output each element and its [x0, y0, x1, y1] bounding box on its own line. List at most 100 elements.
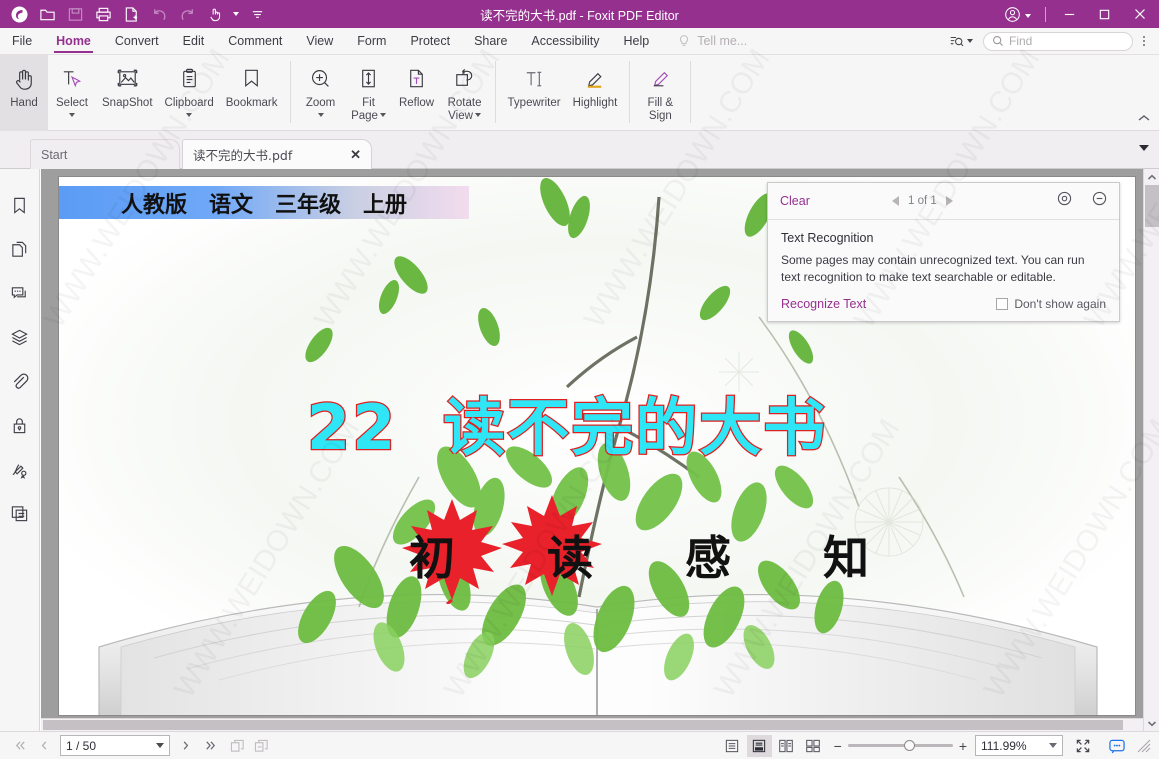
tool-fit-page[interactable]: Fit Page: [345, 55, 393, 131]
settings-icon[interactable]: [1057, 191, 1072, 211]
menu-edit[interactable]: Edit: [171, 28, 217, 55]
tool-hand[interactable]: Hand: [0, 55, 48, 131]
sidebar-item-security[interactable]: [6, 411, 34, 439]
create-pdf-icon[interactable]: [118, 2, 144, 26]
scroll-up-button[interactable]: [1144, 169, 1159, 185]
tool-rotate-view-caret-icon[interactable]: [474, 112, 481, 117]
tool-fit-page-caret-icon[interactable]: [379, 112, 386, 117]
minimize-button[interactable]: [1052, 0, 1087, 28]
menu-file[interactable]: File: [0, 28, 44, 55]
facing-view-button[interactable]: [774, 735, 799, 757]
foxit-logo-icon[interactable]: [6, 2, 32, 26]
menu-protect[interactable]: Protect: [398, 28, 462, 55]
close-button[interactable]: [1122, 0, 1157, 28]
tool-rotate-view[interactable]: Rotate View: [441, 55, 489, 131]
menu-share[interactable]: Share: [462, 28, 519, 55]
menu-accessibility[interactable]: Accessibility: [519, 28, 611, 55]
assistant-button[interactable]: [1105, 735, 1129, 757]
horizontal-scrollbar-thumb[interactable]: [43, 720, 1123, 730]
clear-button[interactable]: Clear: [780, 194, 810, 208]
vertical-scrollbar-thumb[interactable]: [1145, 185, 1159, 227]
tool-fill-sign[interactable]: Fill & Sign: [636, 55, 684, 131]
more-options-button[interactable]: [1137, 36, 1153, 46]
vertical-scrollbar[interactable]: [1143, 169, 1159, 731]
touch-mode-icon[interactable]: [202, 2, 228, 26]
zoom-in-button[interactable]: +: [959, 738, 967, 754]
lightbulb-icon: [680, 35, 689, 46]
undo-icon[interactable]: [146, 2, 172, 26]
minimize-panel-icon[interactable]: [1092, 191, 1107, 211]
qat-dropdown-caret-icon[interactable]: [230, 2, 242, 26]
titlebar-divider: [1045, 6, 1046, 22]
menu-comment[interactable]: Comment: [216, 28, 294, 55]
menu-help[interactable]: Help: [612, 28, 662, 55]
fullscreen-button[interactable]: [1071, 735, 1095, 757]
checkbox-icon[interactable]: [996, 298, 1009, 311]
subtitle-char-2: 感: [685, 531, 731, 585]
zoom-slider-track[interactable]: [847, 740, 953, 751]
customize-toolbar-icon[interactable]: [244, 2, 270, 26]
save-icon[interactable]: [62, 2, 88, 26]
tool-clipboard-caret-icon[interactable]: [186, 112, 193, 117]
maximize-button[interactable]: [1087, 0, 1122, 28]
menu-home[interactable]: Home: [44, 28, 103, 55]
next-notification-icon[interactable]: [945, 196, 953, 206]
zoom-level-input[interactable]: 111.99%: [975, 735, 1063, 756]
sidebar-item-stamps[interactable]: [6, 499, 34, 527]
tool-snapshot[interactable]: SnapShot: [96, 55, 159, 131]
tool-highlight[interactable]: Highlight: [567, 55, 624, 131]
dont-show-again-checkbox[interactable]: Don't show again: [996, 297, 1106, 311]
facing-continuous-view-button[interactable]: [801, 735, 826, 757]
tool-typewriter[interactable]: Typewriter: [502, 55, 567, 131]
sidebar-item-signatures[interactable]: [6, 455, 34, 483]
menu-form[interactable]: Form: [345, 28, 398, 55]
tab-document[interactable]: 读不完的大书.pdf ✕: [182, 139, 372, 169]
tool-select[interactable]: Select: [48, 55, 96, 131]
stamps-icon: [11, 505, 28, 521]
sidebar-item-attachments[interactable]: [6, 367, 34, 395]
tool-zoom[interactable]: Zoom: [297, 55, 345, 131]
tool-clipboard[interactable]: Clipboard: [159, 55, 220, 131]
prev-view-button[interactable]: [226, 735, 250, 757]
sidebar-item-layers[interactable]: [6, 323, 34, 351]
menu-view[interactable]: View: [294, 28, 345, 55]
open-icon[interactable]: [34, 2, 60, 26]
tool-bookmark[interactable]: Bookmark: [220, 55, 284, 131]
menu-convert[interactable]: Convert: [103, 28, 171, 55]
sidebar-item-comments[interactable]: [6, 279, 34, 307]
tell-me-box[interactable]: Tell me...: [677, 34, 747, 48]
account-button[interactable]: [996, 5, 1039, 23]
lock-icon: [13, 417, 26, 433]
scroll-down-button[interactable]: [1144, 715, 1159, 731]
search-options-button[interactable]: [943, 34, 979, 49]
print-icon[interactable]: [90, 2, 116, 26]
tab-start[interactable]: Start: [30, 139, 180, 169]
tab-list-caret-icon[interactable]: [1139, 145, 1149, 151]
continuous-view-button[interactable]: [746, 734, 772, 757]
prev-notification-icon[interactable]: [892, 196, 900, 206]
tab-close-icon[interactable]: ✕: [350, 147, 361, 163]
collapse-ribbon-button[interactable]: [1137, 113, 1151, 126]
redo-icon[interactable]: [174, 2, 200, 26]
resize-grip[interactable]: [1137, 739, 1151, 753]
single-page-view-button[interactable]: [720, 735, 745, 757]
prev-page-button[interactable]: [32, 735, 56, 757]
sidebar-item-bookmarks[interactable]: [6, 191, 34, 219]
recognize-text-link[interactable]: Recognize Text: [781, 297, 866, 311]
page-number-input[interactable]: 1 / 50: [60, 735, 170, 756]
horizontal-scrollbar[interactable]: [41, 718, 1143, 731]
zoom-out-button[interactable]: −: [834, 738, 842, 754]
tool-select-caret-icon[interactable]: [69, 112, 75, 117]
sidebar-item-pages[interactable]: [6, 235, 34, 263]
zoom-slider[interactable]: − +: [834, 738, 967, 754]
last-page-button[interactable]: [198, 735, 222, 757]
first-page-button[interactable]: [8, 735, 32, 757]
zoom-slider-knob[interactable]: [903, 740, 915, 751]
tool-reflow[interactable]: Reflow: [393, 55, 441, 131]
next-page-button[interactable]: [174, 735, 198, 757]
next-view-button[interactable]: [250, 735, 274, 757]
find-input[interactable]: Find: [983, 31, 1133, 51]
tool-zoom-caret-icon[interactable]: [317, 112, 324, 117]
page-dropdown-caret-icon[interactable]: [156, 743, 164, 748]
zoom-dropdown-caret-icon[interactable]: [1049, 743, 1057, 748]
